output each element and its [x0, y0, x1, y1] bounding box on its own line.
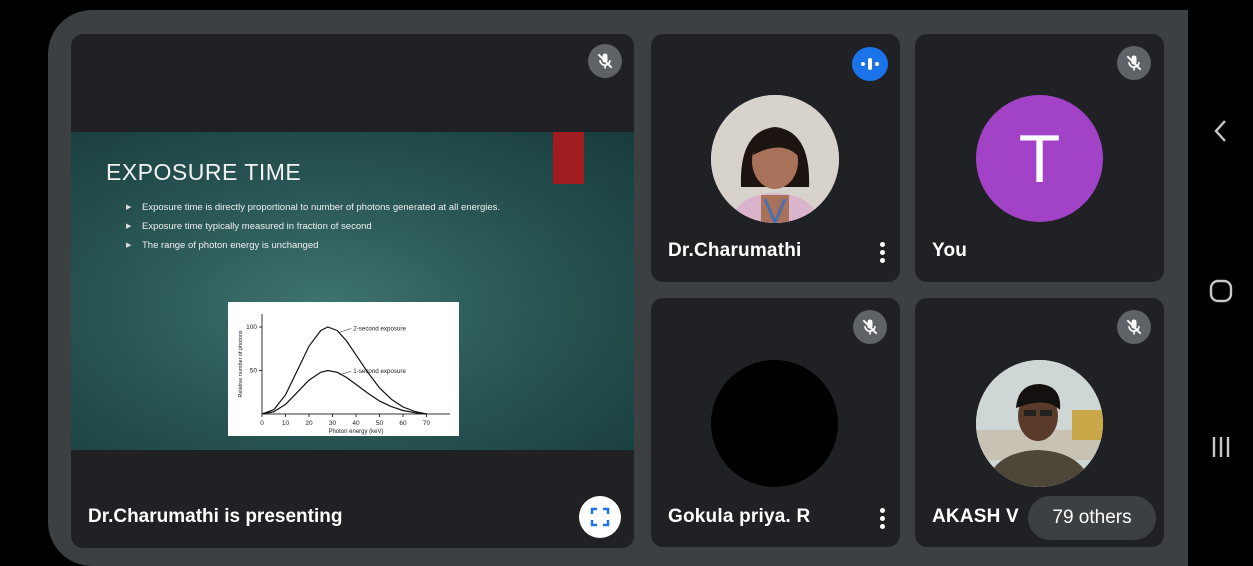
- x-tick-label: 40: [352, 420, 360, 427]
- mic-off-badge: [853, 310, 887, 344]
- recents-icon: [1212, 437, 1229, 457]
- series-label: 1-second exposure: [353, 368, 406, 375]
- y-tick-label: 50: [250, 368, 258, 375]
- participant-photo: [711, 95, 839, 223]
- avatar-initial: T: [1018, 120, 1061, 197]
- presentation-tile[interactable]: EXPOSURE TIME Exposure time is directly …: [71, 34, 634, 548]
- slide-accent-bar: [553, 132, 584, 184]
- more-options-button[interactable]: [880, 242, 886, 266]
- series-label: 2-second exposure: [353, 326, 406, 333]
- more-vert-icon: [880, 242, 885, 247]
- x-tick-label: 50: [376, 420, 384, 427]
- system-nav-bar: [1188, 0, 1253, 566]
- back-icon: [1213, 120, 1226, 142]
- slide-bullet: Exposure time typically measured in frac…: [126, 221, 546, 232]
- x-tick-label: 10: [282, 420, 290, 427]
- home-button[interactable]: [1188, 278, 1253, 309]
- participant-name: Dr.Charumathi: [668, 240, 802, 261]
- x-tick-label: 70: [423, 420, 431, 427]
- presenting-label: Dr.Charumathi is presenting: [88, 506, 343, 527]
- speaking-badge: [852, 47, 888, 81]
- series-leader: [339, 328, 352, 333]
- x-tick-label: 20: [305, 420, 313, 427]
- x-tick-label: 60: [399, 420, 407, 427]
- recents-button[interactable]: [1188, 434, 1253, 465]
- home-icon: [1209, 279, 1232, 303]
- participant-tile[interactable]: Gokula priya. R: [651, 298, 900, 547]
- x-tick-label: 0: [260, 420, 264, 427]
- mic-off-badge: [1117, 46, 1151, 80]
- x-axis-label: Photon energy (keV): [328, 429, 383, 435]
- slide-plot: 0 10 20 30 40 50 60 70 50 100 Photon energy (keV) R…: [228, 302, 459, 436]
- avatar: [711, 95, 839, 223]
- participant-name: You: [932, 240, 968, 261]
- more-vert-icon: [880, 508, 885, 513]
- fullscreen-icon: [590, 507, 610, 527]
- mic-off-icon: [862, 319, 878, 335]
- x-tick-label: 30: [329, 420, 337, 427]
- slide-title: EXPOSURE TIME: [106, 159, 302, 185]
- slide-bullets: Exposure time is directly proportional t…: [126, 202, 546, 259]
- participant-name: AKASH V: [932, 506, 1019, 527]
- fullscreen-button[interactable]: [579, 496, 621, 538]
- series-leader: [339, 370, 352, 376]
- others-button[interactable]: 79 others: [1028, 496, 1156, 540]
- mic-off-badge: [588, 44, 622, 78]
- exposure-chart: 0 10 20 30 40 50 60 70 50 100 Photon energy (keV) R…: [238, 314, 450, 435]
- participant-name: Gokula priya. R: [668, 506, 811, 527]
- shared-slide: EXPOSURE TIME Exposure time is directly …: [71, 132, 634, 450]
- back-button[interactable]: [1188, 118, 1253, 149]
- y-tick-label: 100: [246, 324, 257, 331]
- participant-tile[interactable]: Dr.Charumathi: [651, 34, 900, 282]
- avatar: T: [976, 95, 1103, 222]
- more-options-button[interactable]: [880, 508, 886, 532]
- participant-photo: [976, 360, 1103, 487]
- y-axis-label: Relative number of photons: [238, 330, 244, 398]
- mic-off-icon: [1126, 55, 1142, 71]
- participant-tile[interactable]: T You: [915, 34, 1164, 282]
- avatar: [711, 360, 838, 487]
- slide-bullet: Exposure time is directly proportional t…: [126, 202, 546, 213]
- mic-off-icon: [1126, 319, 1142, 335]
- avatar: [976, 360, 1103, 487]
- mic-off-badge: [1117, 310, 1151, 344]
- mic-off-icon: [597, 53, 613, 69]
- slide-bullet: The range of photon energy is unchanged: [126, 240, 546, 251]
- speaking-icon: [861, 58, 879, 70]
